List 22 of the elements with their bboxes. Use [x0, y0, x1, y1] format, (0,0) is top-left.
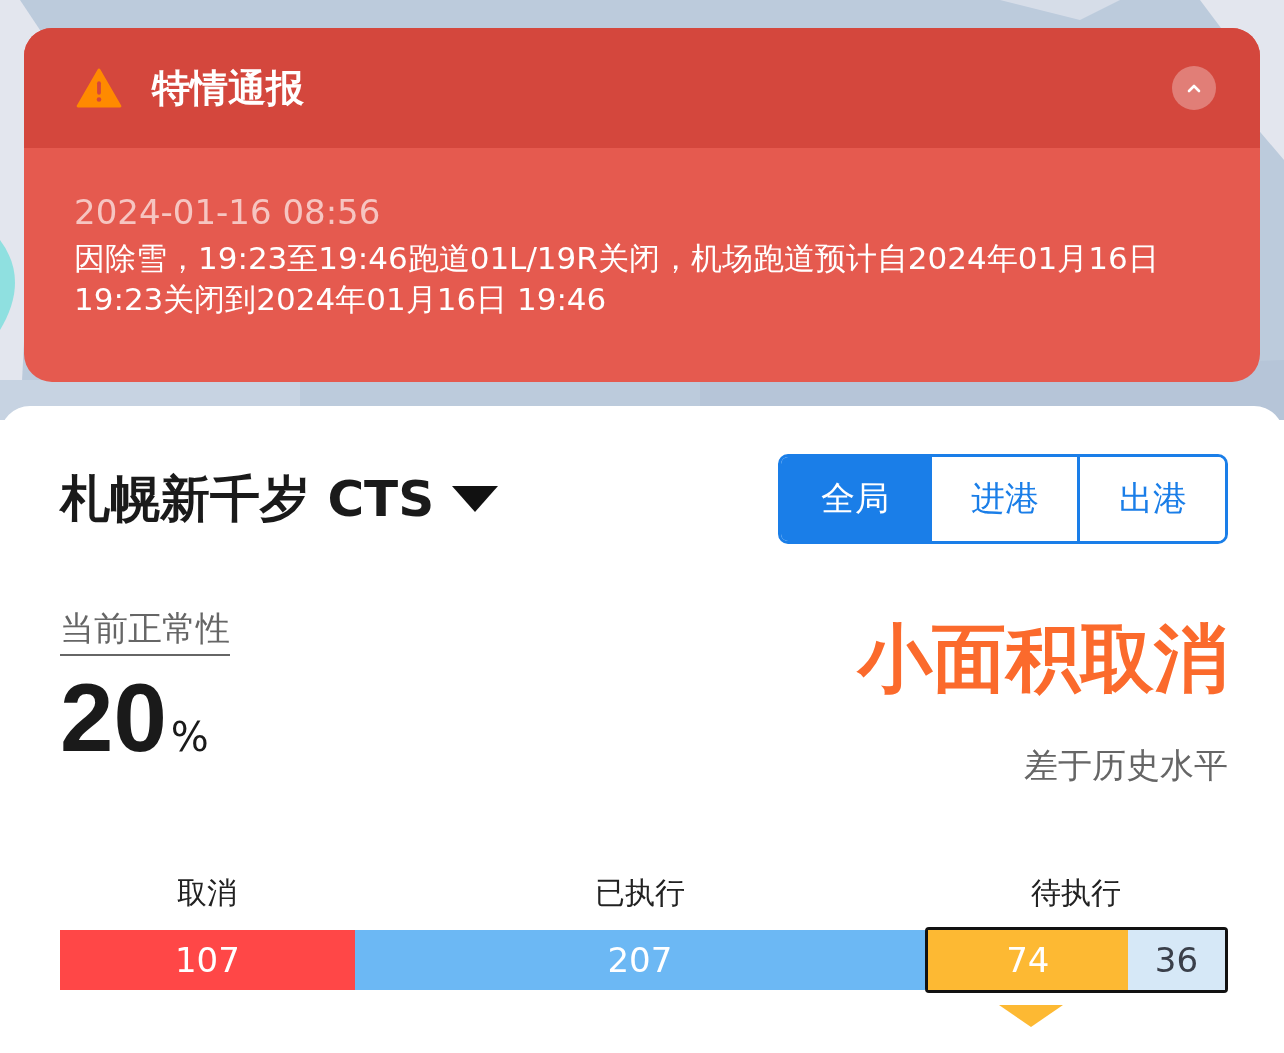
- pointer-icon: [999, 1005, 1064, 1028]
- tab[interactable]: 出港: [1077, 457, 1225, 541]
- bar-label: 待执行: [1031, 874, 1122, 913]
- bar-label: 已执行: [594, 874, 685, 913]
- status-subtitle: 差于历史水平: [1024, 744, 1228, 788]
- warning-icon: [76, 68, 122, 108]
- airport-selector[interactable]: 札幌新千岁 CTS: [60, 465, 499, 533]
- status-title: 小面积取消: [858, 618, 1228, 700]
- alert-time: 2024-01-16 08:56: [74, 192, 382, 232]
- bar-segment[interactable]: 36: [1127, 930, 1225, 991]
- bar-segment[interactable]: 107: [60, 930, 355, 991]
- normality-value: 20: [60, 670, 167, 766]
- alert-message: 因除雪，19:23至19:46跑道01L/19R关闭，机场跑道预计自2024年01月16日 19:23关闭到2024年01月16日 19:46: [74, 239, 1160, 319]
- caret-icon: [452, 486, 499, 512]
- collapse-button[interactable]: [1172, 66, 1216, 110]
- selected-bar-group[interactable]: 74 36: [924, 927, 1228, 994]
- alert-title: 特情通报: [152, 64, 305, 112]
- bar-label: 取消: [177, 874, 238, 913]
- bar-segment[interactable]: 207: [354, 930, 925, 991]
- normality-unit: %: [170, 714, 209, 760]
- tab[interactable]: 全局: [781, 457, 929, 541]
- normality-label[interactable]: 当前正常性: [60, 606, 230, 656]
